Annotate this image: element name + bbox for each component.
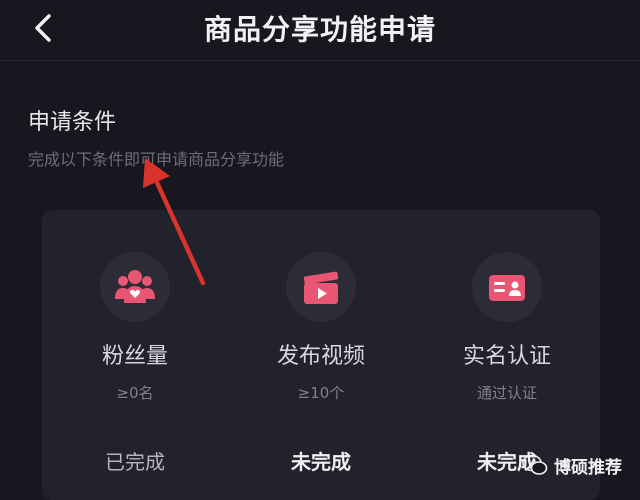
requirement-videos: 发布视频 ≥10个 未完成 [228, 210, 414, 500]
requirement-fans: 粉丝量 ≥0名 已完成 [42, 210, 228, 500]
requirement-threshold: 通过认证 [476, 384, 537, 402]
status-badge: 未完成 [291, 450, 351, 474]
watermark: 博硕推荐 [522, 451, 622, 479]
requirement-label: 实名认证 [462, 344, 551, 369]
requirement-threshold: ≥0名 [116, 384, 154, 402]
conditions-title: 申请条件 [28, 110, 117, 135]
id-card-icon [472, 252, 542, 322]
requirement-threshold: ≥10个 [297, 384, 345, 402]
page-title: 商品分享功能申请 [203, 13, 436, 46]
conditions-subtitle: 完成以下条件即可申请商品分享功能 [28, 150, 285, 169]
nav-bar: 商品分享功能申请 [0, 0, 640, 61]
fans-icon [100, 252, 170, 322]
watermark-text: 博硕推荐 [554, 457, 622, 478]
requirement-label: 发布视频 [276, 344, 365, 369]
requirements-card: 粉丝量 ≥0名 已完成 发布视频 ≥10个 未完成 实名认证 通过认证 未完成 [42, 210, 600, 500]
status-badge: 已完成 [105, 450, 165, 474]
requirement-label: 粉丝量 [101, 344, 168, 369]
wechat-icon [522, 454, 548, 476]
video-icon [286, 252, 356, 322]
